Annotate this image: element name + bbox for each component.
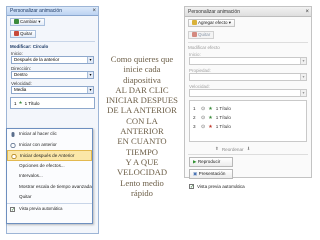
text-line: Lento medio (120, 177, 164, 188)
menu-item-effect-options[interactable]: Opciones de efectos... (7, 161, 92, 172)
mouse-icon: ⊙ (201, 114, 206, 121)
remove-effect-button[interactable]: Quitar (188, 31, 215, 39)
speed-select[interactable]: Media ▾ (11, 86, 94, 94)
start-select[interactable]: ▾ (189, 57, 307, 65)
text-line: Como quieres que (110, 54, 174, 64)
modify-heading: Modificar efecto (188, 45, 220, 50)
star-icon (14, 19, 19, 24)
arrow-down-icon[interactable]: ⬇ (247, 146, 251, 152)
checkbox-icon: ✓ (10, 206, 16, 213)
chevron-down-icon: ▾ (300, 58, 306, 64)
effect-options-menu: Iniciar al hacer clic Iniciar con anteri… (6, 128, 93, 224)
checkbox-icon: ✓ (189, 184, 195, 190)
modify-heading: Modificar: Círculo (10, 44, 49, 49)
text-line: INICIAR DESPUES (106, 95, 178, 106)
menu-item-start-with-previous[interactable]: Iniciar con anterior (7, 140, 92, 151)
slide-body-text: Como quieres que inicie cada diapositiva… (104, 54, 180, 198)
text-line: inicie cada diapositiva (123, 64, 161, 85)
pane-title-bar: Personalizar animación × (185, 7, 311, 17)
menu-item-remove[interactable]: Quitar (7, 192, 92, 203)
menu-item-timing[interactable]: Intervalos... (7, 171, 92, 182)
custom-animation-pane-right: Personalizar animación × Agregar efecto … (184, 6, 312, 190)
reorder-control: ⬆ Reordenar ⬇ (185, 145, 311, 153)
divider (10, 41, 95, 42)
arrow-up-icon[interactable]: ⬆ (215, 146, 219, 152)
play-button[interactable]: ▶ Reproducir (189, 157, 233, 167)
text-line: Y A QUE (125, 156, 159, 167)
close-icon[interactable]: × (305, 7, 309, 17)
list-item-label: 1 Título (24, 100, 40, 106)
play-icon: ▶ (193, 159, 197, 164)
star-icon: ★ (18, 100, 23, 105)
effect-list-item[interactable]: 1 ★ 1 Título (10, 97, 95, 109)
mouse-icon: ⊙ (201, 105, 206, 112)
text-line: EN CUANTO (117, 136, 167, 147)
menu-item-start-on-click[interactable]: Iniciar al hacer clic (7, 129, 92, 140)
divider (188, 42, 308, 43)
star-icon: ★ (208, 114, 213, 121)
slideshow-button[interactable]: ▣ Presentación (189, 169, 233, 179)
reorder-label: Reordenar (221, 146, 244, 152)
change-effect-button[interactable]: Cambiar ▾ (10, 18, 45, 26)
clock-icon (11, 154, 17, 159)
animation-list[interactable]: 1 ⊙ ★ 1 Título 2 ⊙ ★ 1 Título 3 ⊙ ★ 1 Tí… (189, 100, 307, 142)
mouse-icon (11, 132, 15, 137)
text-line: CON LA ANTERIOR (120, 115, 164, 137)
text-line: TIEMPO (126, 146, 158, 157)
clock-icon (10, 142, 16, 148)
text-line: DE LA ANTERIOR (107, 105, 177, 116)
menu-item-advanced-timeline[interactable]: Mostrar escala de tiempo avanzada (7, 182, 92, 193)
speed-select[interactable]: ▾ (189, 89, 307, 97)
pane-title-bar: Personalizar animación × (7, 7, 98, 16)
chevron-down-icon: ▾ (300, 90, 306, 96)
text-line: AL DAR CLIC (115, 84, 169, 95)
list-item-number: 1 (14, 100, 17, 106)
list-item[interactable]: 2 ⊙ ★ 1 Título (190, 113, 306, 122)
star-icon (192, 20, 197, 25)
remove-effect-button[interactable]: Quitar (10, 30, 37, 38)
chevron-down-icon: ▾ (87, 57, 93, 63)
autopreview-checkbox[interactable]: ✓ Vista previa automática (185, 181, 311, 192)
pane-title: Personalizar animación (188, 9, 240, 15)
list-item[interactable]: 1 ⊙ ★ 1 Título (190, 104, 306, 113)
chevron-down-icon: ▾ (87, 72, 93, 78)
star-icon: ★ (208, 123, 213, 130)
divider (188, 154, 308, 155)
start-select[interactable]: Después de la anterior ▾ (11, 56, 94, 64)
autopreview-item[interactable]: ✓ Vista previa automática (7, 202, 92, 214)
star-icon: ★ (208, 105, 213, 112)
text-line: rápido (131, 187, 153, 198)
slideshow-icon: ▣ (193, 171, 198, 176)
text-line: VELOCIDAD (116, 167, 168, 178)
menu-item-start-after-previous[interactable]: Iniciar después de Anterior (7, 150, 92, 161)
delete-icon (14, 31, 19, 36)
property-select[interactable]: ▾ (189, 73, 307, 81)
mouse-icon: ⊙ (201, 123, 206, 130)
pane-title: Personalizar animación (10, 8, 62, 14)
chevron-down-icon: ▾ (300, 74, 306, 80)
close-icon[interactable]: × (92, 7, 96, 16)
chevron-down-icon: ▾ (87, 87, 93, 93)
list-item[interactable]: 3 ⊙ ★ 1 Título (190, 122, 306, 131)
delete-icon (192, 32, 197, 37)
direction-select[interactable]: Dentro ▾ (11, 71, 94, 79)
add-effect-button[interactable]: Agregar efecto ▾ (188, 19, 236, 27)
